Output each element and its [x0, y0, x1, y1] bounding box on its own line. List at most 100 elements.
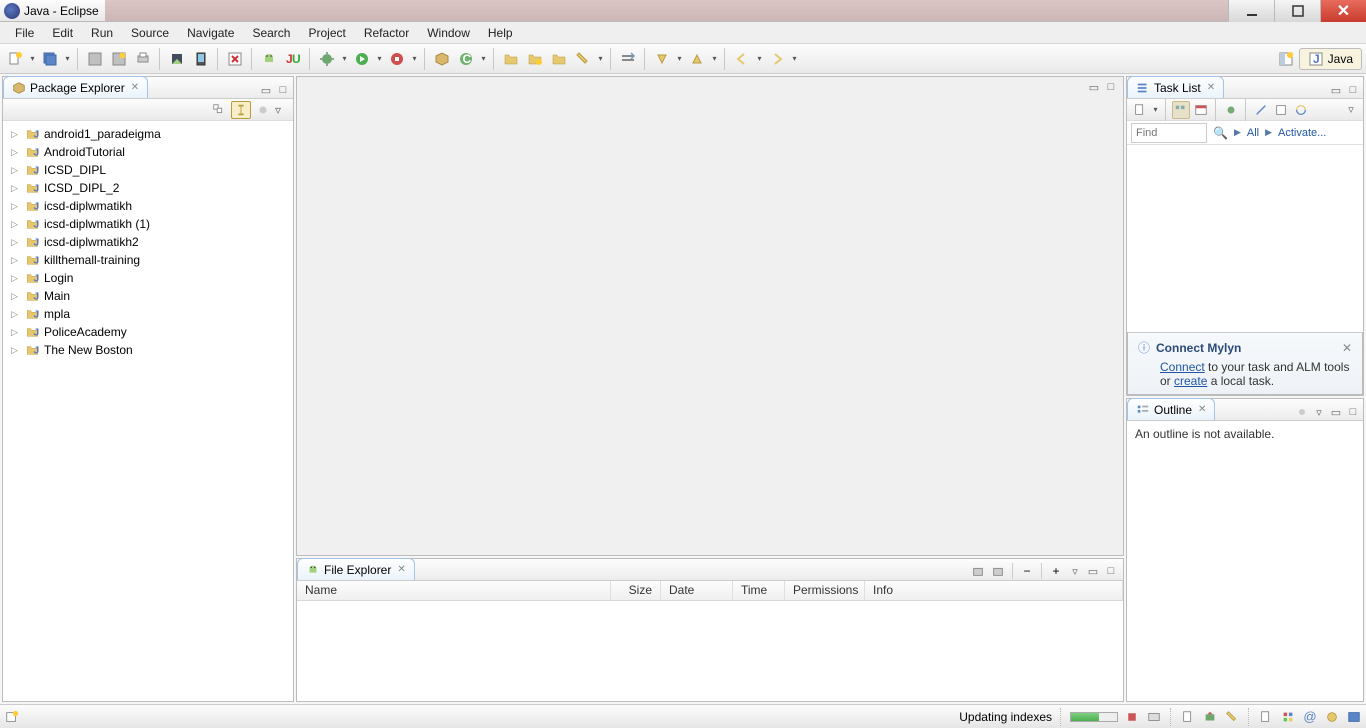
next-annotation-button[interactable]: [651, 48, 673, 70]
expand-arrow-icon[interactable]: ▷: [11, 345, 21, 356]
maximize-view-button[interactable]: □: [1103, 563, 1119, 579]
forward-dropdown[interactable]: ▾: [790, 54, 799, 63]
expand-arrow-icon[interactable]: ▷: [11, 327, 21, 338]
view-menu-button[interactable]: ▿: [1067, 563, 1083, 579]
tree-item[interactable]: ▷Jicsd-diplwmatikh2: [3, 233, 293, 251]
new-class-dropdown[interactable]: ▾: [479, 54, 488, 63]
close-icon[interactable]: ✕: [129, 82, 139, 93]
run-button[interactable]: [351, 48, 373, 70]
toggle-mark-button[interactable]: [617, 48, 639, 70]
menu-refactor[interactable]: Refactor: [355, 24, 418, 42]
tree-item[interactable]: ▷JMain: [3, 287, 293, 305]
trim-heap-button[interactable]: [1280, 709, 1296, 725]
expand-arrow-icon[interactable]: ▷: [11, 147, 21, 158]
new-task-button[interactable]: [1131, 101, 1149, 119]
menu-project[interactable]: Project: [299, 24, 354, 42]
trim-search-button[interactable]: [1224, 709, 1240, 725]
tree-item[interactable]: ▷JAndroidTutorial: [3, 143, 293, 161]
minimize-view-button[interactable]: ▭: [1328, 404, 1344, 420]
expand-arrow-icon[interactable]: ▷: [11, 237, 21, 248]
android-avd-button[interactable]: [190, 48, 212, 70]
package-explorer-tab[interactable]: Package Explorer ✕: [3, 76, 148, 98]
new-android-project-button[interactable]: [258, 48, 280, 70]
next-annotation-dropdown[interactable]: ▾: [675, 54, 684, 63]
menu-window[interactable]: Window: [418, 24, 479, 42]
tree-item[interactable]: ▷Jmpla: [3, 305, 293, 323]
focus-task-button[interactable]: [253, 101, 273, 119]
minimize-view-button[interactable]: ▭: [1085, 563, 1101, 579]
fe-col-size[interactable]: Size: [611, 581, 661, 600]
hide-completed-button[interactable]: [1252, 101, 1270, 119]
expand-arrow-icon[interactable]: ▷: [11, 219, 21, 230]
search-dropdown[interactable]: ▾: [596, 54, 605, 63]
expand-arrow-icon[interactable]: ▷: [11, 183, 21, 194]
tree-item[interactable]: ▷JThe New Boston: [3, 341, 293, 359]
close-icon[interactable]: ✕: [1205, 82, 1215, 93]
fe-col-date[interactable]: Date: [661, 581, 733, 600]
maximize-editor-button[interactable]: □: [1103, 79, 1119, 95]
task-list-tab[interactable]: Task List ✕: [1127, 76, 1224, 98]
menu-run[interactable]: Run: [82, 24, 122, 42]
focus-button[interactable]: [1294, 404, 1310, 420]
expand-arrow-icon[interactable]: ▷: [11, 273, 21, 284]
minimize-view-button[interactable]: ▭: [258, 82, 274, 98]
menu-help[interactable]: Help: [479, 24, 522, 42]
minimize-view-button[interactable]: ▭: [1328, 82, 1344, 98]
tree-item[interactable]: ▷Jicsd-diplwmatikh: [3, 197, 293, 215]
new-package-button[interactable]: [431, 48, 453, 70]
tree-item[interactable]: ▷JLogin: [3, 269, 293, 287]
java-perspective-button[interactable]: J Java: [1299, 48, 1362, 70]
open-perspective-button[interactable]: [1275, 48, 1297, 70]
tree-item[interactable]: ▷Jicsd-diplwmatikh (1): [3, 215, 293, 233]
show-fastviews-button[interactable]: [4, 709, 20, 725]
view-menu-button[interactable]: ▿: [1343, 102, 1359, 118]
save-all-button[interactable]: [39, 48, 61, 70]
prev-annotation-dropdown[interactable]: ▾: [710, 54, 719, 63]
open-resource-button[interactable]: [548, 48, 570, 70]
outline-tab[interactable]: Outline ✕: [1127, 398, 1215, 420]
maximize-view-button[interactable]: □: [1345, 404, 1361, 420]
focus-workweek-button[interactable]: [1222, 101, 1240, 119]
expand-arrow-icon[interactable]: ▷: [11, 201, 21, 212]
synchronize-button[interactable]: [1292, 101, 1310, 119]
maximize-view-button[interactable]: □: [275, 82, 291, 98]
fe-push-button[interactable]: [969, 562, 987, 580]
prev-annotation-button[interactable]: [686, 48, 708, 70]
collapse-all-button[interactable]: [209, 101, 229, 119]
debug-button[interactable]: [316, 48, 338, 70]
trim-tasks-button[interactable]: [1180, 709, 1196, 725]
debug-dropdown[interactable]: ▾: [340, 54, 349, 63]
back-dropdown[interactable]: ▾: [755, 54, 764, 63]
trim-misc1-button[interactable]: [1258, 709, 1274, 725]
menu-search[interactable]: Search: [243, 24, 299, 42]
expand-arrow-icon[interactable]: ▷: [11, 291, 21, 302]
tree-item[interactable]: ▷JPoliceAcademy: [3, 323, 293, 341]
open-type-button[interactable]: [500, 48, 522, 70]
new-task-dropdown[interactable]: ▾: [1151, 105, 1160, 114]
print-button[interactable]: [132, 48, 154, 70]
external-tools-button[interactable]: [386, 48, 408, 70]
trim-updates-button[interactable]: [1324, 709, 1340, 725]
file-explorer-tab[interactable]: File Explorer ✕: [297, 558, 415, 580]
progress-bar[interactable]: [1070, 712, 1118, 722]
menu-edit[interactable]: Edit: [43, 24, 82, 42]
project-tree[interactable]: ▷Jandroid1_paradeigma▷JAndroidTutorial▷J…: [3, 121, 293, 701]
close-icon[interactable]: ✕: [395, 564, 405, 575]
view-menu-button[interactable]: ▿: [1311, 404, 1327, 420]
minimize-editor-button[interactable]: ▭: [1086, 79, 1102, 95]
task-list-body[interactable]: [1127, 145, 1363, 332]
link-with-editor-button[interactable]: [231, 101, 251, 119]
run-dropdown[interactable]: ▾: [375, 54, 384, 63]
expand-arrow-icon[interactable]: ▷: [11, 255, 21, 266]
fe-new-button[interactable]: +: [1047, 562, 1065, 580]
new-class-button[interactable]: C: [455, 48, 477, 70]
menu-navigate[interactable]: Navigate: [178, 24, 243, 42]
save-button[interactable]: [84, 48, 106, 70]
mylyn-connect-link[interactable]: Connect: [1160, 360, 1205, 374]
fe-delete-button[interactable]: −: [1018, 562, 1036, 580]
scheduled-button[interactable]: [1192, 101, 1210, 119]
progress-detail-button[interactable]: [1146, 709, 1162, 725]
collapse-all-tasks-button[interactable]: [1272, 101, 1290, 119]
fe-col-permissions[interactable]: Permissions: [785, 581, 865, 600]
categorized-button[interactable]: [1172, 101, 1190, 119]
